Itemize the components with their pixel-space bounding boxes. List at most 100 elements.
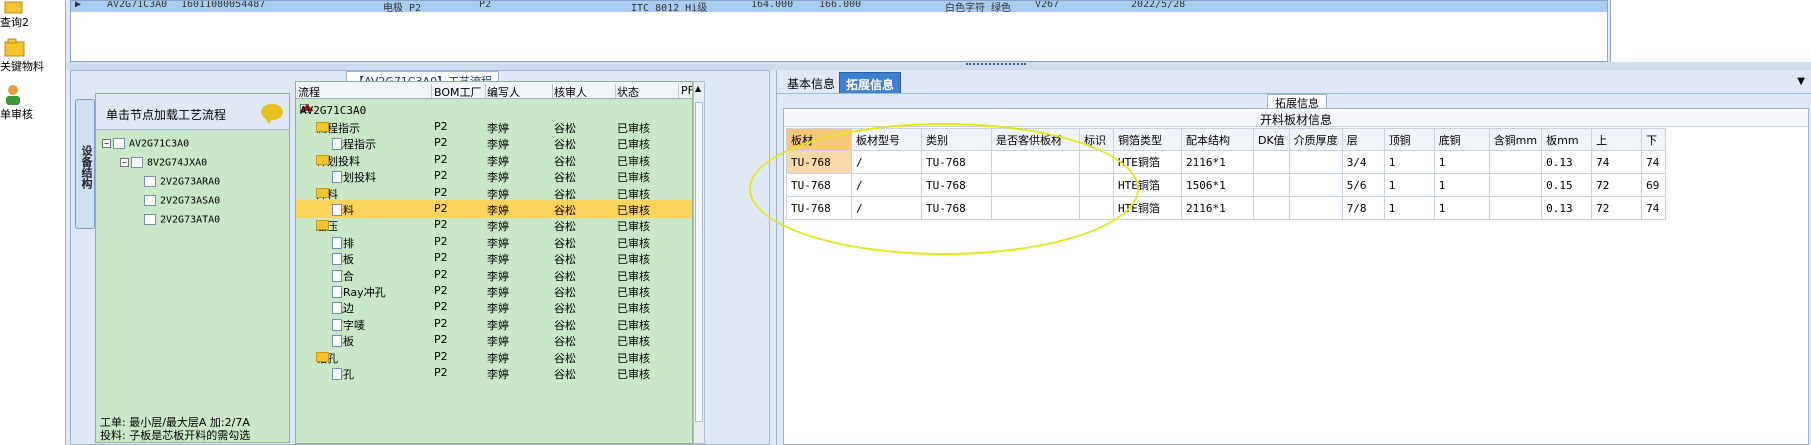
tree-node[interactable]: 2V2G73ASA0 xyxy=(144,195,220,207)
process-row[interactable]: 烘板 P2 李婷 谷松 已审核 xyxy=(296,331,692,349)
tree-node-root[interactable]: − AV2G71C3A0 xyxy=(102,138,189,150)
process-row[interactable]: −开料P2李婷谷松已审核 xyxy=(296,184,692,202)
structure-tree: 单击节点加载工艺流程 − AV2G71C3A0 −8V2G74JXA0 2V2G7… xyxy=(95,93,290,443)
tree-node[interactable]: 2V2G73ATA0 xyxy=(144,214,220,226)
material-col-header[interactable]: 介质厚度 xyxy=(1288,128,1343,151)
tab-dropdown-icon[interactable]: ▼ xyxy=(1797,76,1805,87)
material-col-header[interactable]: 板mm xyxy=(1541,128,1593,151)
material-col-header[interactable]: 底铜 xyxy=(1433,128,1490,151)
material-col-header[interactable]: 铜箔类型 xyxy=(1113,128,1182,151)
material-col-header[interactable]: 顶铜 xyxy=(1383,128,1435,151)
process-row[interactable]: 压合 P2 李婷 谷松 已审核 xyxy=(296,266,692,284)
material-col-header[interactable]: 上 xyxy=(1591,128,1643,151)
material-cell: 1506*1 xyxy=(1181,173,1254,197)
top-grid-selected-row[interactable]: ▶ AV2G71C3A0 16011080054487 电极 P2 P2 ITC… xyxy=(71,1,1607,12)
material-cell: 0.15 xyxy=(1541,173,1593,197)
splitter[interactable] xyxy=(66,62,1811,70)
material-cell xyxy=(991,150,1080,174)
material-col-header[interactable]: 层 xyxy=(1341,128,1385,151)
material-col-header[interactable]: 下 xyxy=(1641,128,1667,151)
material-cell: 2116*1 xyxy=(1181,196,1254,220)
document-icon xyxy=(332,286,342,298)
process-status: 已审核 xyxy=(617,368,650,381)
tab-equipment-structure[interactable]: 设备结构 xyxy=(75,99,95,229)
process-row[interactable]: −计划投料P2李婷谷松已审核 xyxy=(296,151,692,169)
process-vscroll[interactable]: ▲ xyxy=(693,81,705,444)
scroll-up-icon[interactable]: ▲ xyxy=(695,84,701,93)
process-bom: P2 xyxy=(434,284,448,297)
scroll-thumb[interactable] xyxy=(695,102,703,422)
process-root-row[interactable]: − AV2G71C3A0 xyxy=(296,100,692,118)
material-cell: 72 xyxy=(1591,173,1643,197)
col-header-checker[interactable]: 核审人 xyxy=(554,84,616,99)
process-row[interactable]: −层压P2李婷谷松已审核 xyxy=(296,216,692,234)
tab-basic-info[interactable]: 基本信息 xyxy=(781,72,841,93)
process-row[interactable]: 开料 P2 李婷 谷松 已审核 xyxy=(296,200,692,218)
material-cell xyxy=(1488,150,1543,174)
material-row[interactable]: TU-768/TU-768 HTE铜箔 2116*1 7/8 1 1 0.13 72 74 xyxy=(786,196,1667,220)
process-row[interactable]: 预排 P2 李婷 谷松 已审核 xyxy=(296,233,692,251)
nav-item-query2[interactable]: 查询2 xyxy=(0,0,64,30)
material-col-header[interactable]: DK值 xyxy=(1253,128,1290,151)
material-cell: HTE铜箔 xyxy=(1113,196,1182,220)
process-row[interactable]: −钻孔P2李婷谷松已审核 xyxy=(296,348,692,366)
col-header-process[interactable]: 流程 xyxy=(298,84,432,99)
process-bom: P2 xyxy=(434,185,448,199)
col-header-status[interactable]: 状态 xyxy=(617,84,679,99)
nav-item-key-material[interactable]: 关键物料 xyxy=(0,38,64,74)
material-row[interactable]: TU-768/TU-768 HTE铜箔 1506*1 5/6 1 1 0.15 72 69 xyxy=(786,173,1667,197)
material-cell xyxy=(991,173,1080,197)
tab-extended-info[interactable]: 拓展信息 xyxy=(839,72,902,93)
process-bom: P2 xyxy=(434,366,448,379)
process-row[interactable]: 打字唛 P2 李婷 谷松 已审核 xyxy=(296,315,692,333)
process-row[interactable]: 流程指示 P2 李婷 谷松 已审核 xyxy=(296,134,692,152)
nav-item-review[interactable]: 单审核 xyxy=(0,84,64,122)
material-col-header[interactable]: 配本结构 xyxy=(1181,128,1254,151)
process-row[interactable]: 计划投料 P2 李婷 谷松 已审核 xyxy=(296,167,692,185)
material-cell: 74 xyxy=(1641,150,1667,174)
splitter-grip[interactable] xyxy=(966,63,1026,67)
right-panel: 基本信息 拓展信息 ▼ 拓展信息 开料板材信息 板材 板材型号 类别 是否客供板材 标识… xyxy=(776,70,1811,445)
tree-node[interactable]: −8V2G74JXA0 xyxy=(120,157,207,169)
speech-bubble-icon xyxy=(261,104,283,124)
material-cell: TU-768 xyxy=(786,196,852,220)
material-cell: 0.13 xyxy=(1541,150,1593,174)
process-bom: P2 xyxy=(434,152,448,166)
material-cell: 1 xyxy=(1383,196,1435,220)
process-tree-grid: 流程 BOM工厂 编写人 核审人 状态 PF −AV2G71C3A0 −流程指示… xyxy=(295,81,693,444)
col-header-pf[interactable]: PF xyxy=(681,84,692,98)
material-cell: 2116*1 xyxy=(1181,150,1254,174)
structure-header: 单击节点加载工艺流程 xyxy=(96,94,289,130)
material-row[interactable]: TU-768/TU-768 HTE铜箔 2116*1 3/4 1 1 0.13 74 74 xyxy=(786,150,1667,174)
folder-icon xyxy=(316,154,329,165)
document-icon xyxy=(332,171,342,184)
material-col-header[interactable]: 板材 xyxy=(786,128,852,151)
material-cell xyxy=(1288,196,1343,220)
material-col-header[interactable]: 板材型号 xyxy=(851,128,922,151)
process-bom: P2 xyxy=(434,267,448,281)
tree-node[interactable]: 2V2G73ARA0 xyxy=(144,176,220,188)
material-cell: 74 xyxy=(1641,196,1667,220)
material-cell: 74 xyxy=(1591,150,1643,174)
process-bom: P2 xyxy=(434,251,448,265)
material-col-header[interactable]: 标识 xyxy=(1079,128,1114,151)
document-icon xyxy=(332,204,342,216)
process-row[interactable]: 排板 P2 李婷 谷松 已审核 xyxy=(296,249,692,267)
material-col-header[interactable]: 是否客供板材 xyxy=(991,128,1080,151)
open-folder-icon xyxy=(4,38,25,57)
process-row[interactable]: X-Ray冲孔 P2 李婷 谷松 已审核 xyxy=(296,282,692,300)
col-header-bom[interactable]: BOM工厂 xyxy=(434,84,486,99)
material-col-header[interactable]: 含铜mm xyxy=(1488,128,1543,151)
process-panel: 设备结构 单击节点加载工艺流程 − AV2G71C3A0 −8V2G74JXA0 … xyxy=(70,70,770,445)
col-header-writer[interactable]: 编写人 xyxy=(487,84,553,99)
folder-icon xyxy=(4,1,23,14)
material-cell: 7/8 xyxy=(1341,196,1385,220)
process-bom: P2 xyxy=(434,300,448,314)
material-col-header[interactable]: 类别 xyxy=(921,128,992,151)
process-row[interactable]: 铣边 P2 李婷 谷松 已审核 xyxy=(296,298,692,316)
process-row[interactable]: 钻孔 P2 李婷 谷松 已审核 xyxy=(296,364,692,382)
process-row[interactable]: −流程指示P2李婷谷松已审核 xyxy=(296,118,692,136)
folder-icon xyxy=(316,220,329,231)
material-cell xyxy=(1253,173,1290,197)
material-cell xyxy=(1079,196,1114,220)
